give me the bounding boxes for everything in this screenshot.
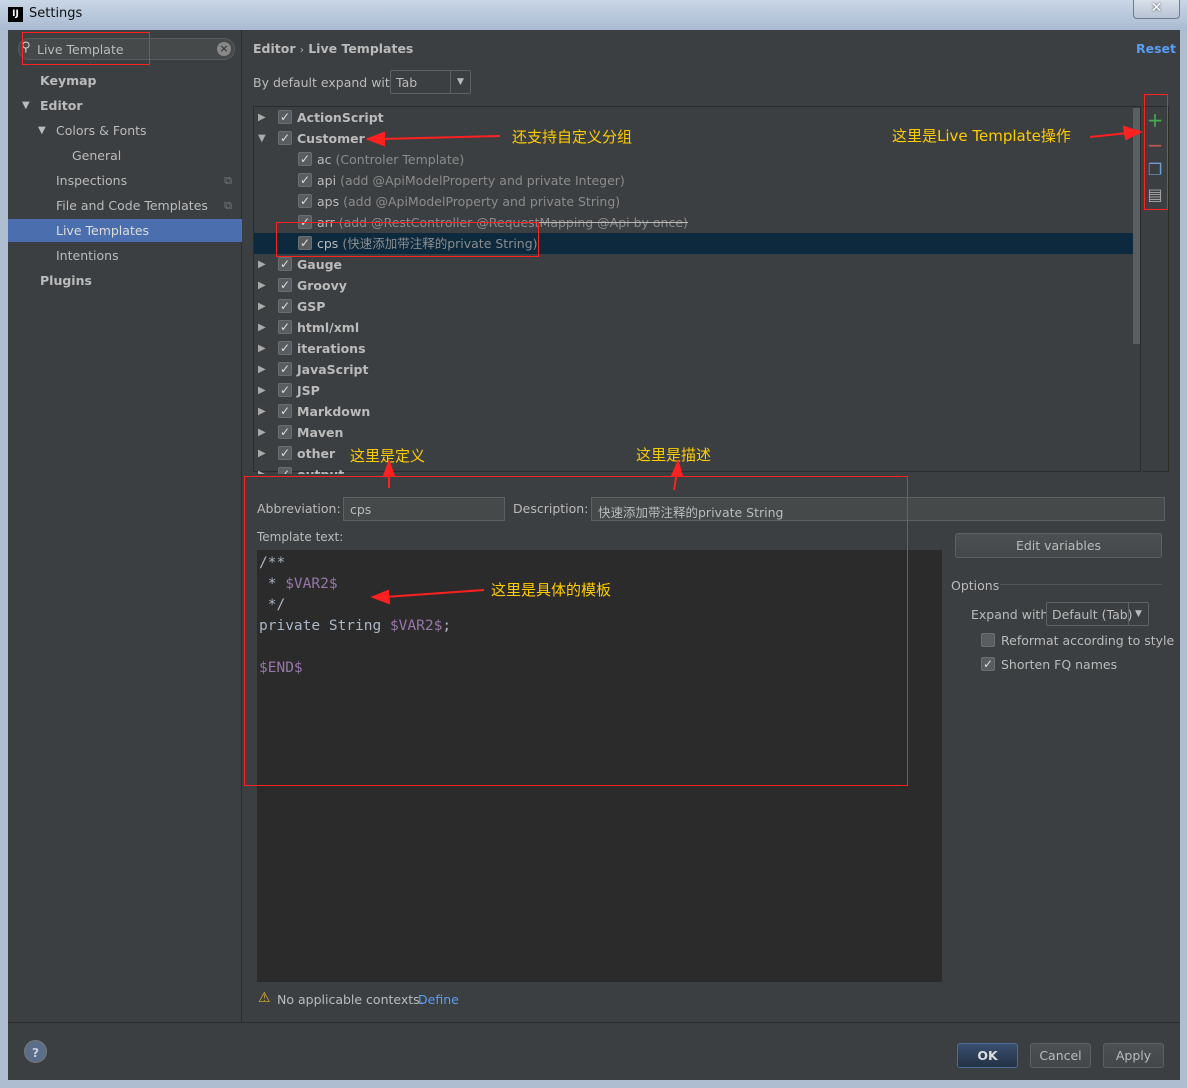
annotation-arrows xyxy=(365,125,1143,605)
arrow-custom-group xyxy=(379,135,501,140)
arrow-template xyxy=(384,589,485,598)
arrow-operations xyxy=(1089,132,1129,138)
